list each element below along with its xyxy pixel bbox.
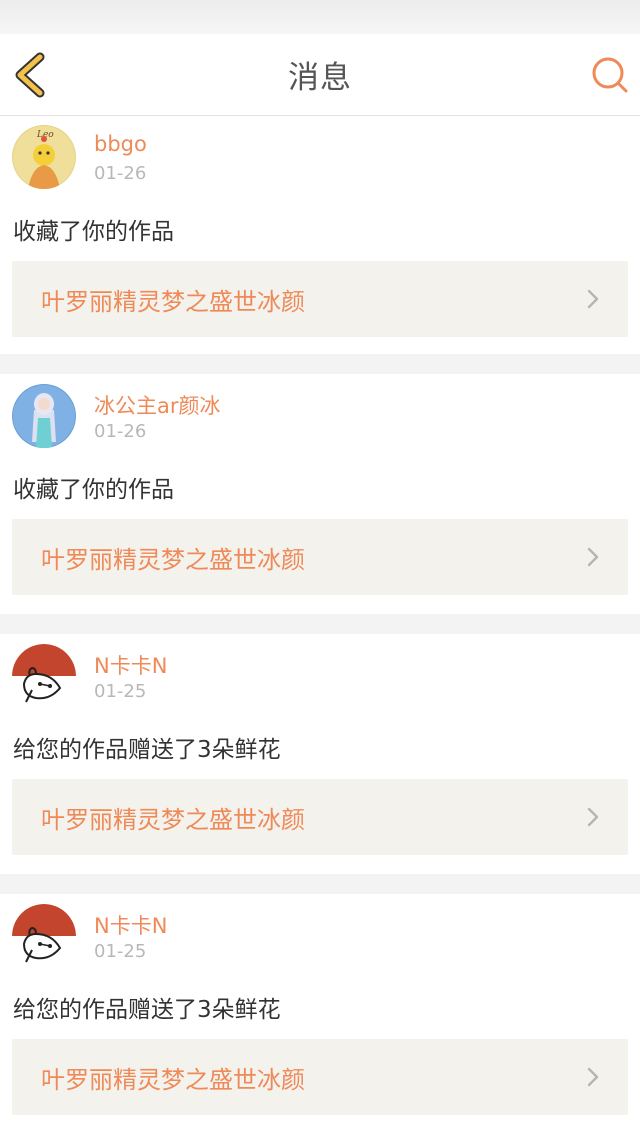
timestamp: 01-25 [94,681,147,702]
message-item: Leo bbgo 01-26 收藏了你的作品 叶罗丽精灵梦之盛世冰颜 [0,116,640,354]
doll-avatar-icon [12,384,76,448]
status-bar [0,0,640,34]
work-title: 叶罗丽精灵梦之盛世冰颜 [41,545,305,574]
message-item: N卡卡N 01-25 给您的作品赠送了3朵鲜花 叶罗丽精灵梦之盛世冰颜 [0,634,640,874]
top-nav-bar: 消息 [0,34,640,116]
username[interactable]: bbgo [94,132,147,156]
timestamp: 01-26 [94,421,147,442]
chevron-right-icon [587,547,599,567]
baymax-avatar-icon [12,644,76,708]
work-link[interactable]: 叶罗丽精灵梦之盛世冰颜 [12,779,628,855]
action-text: 给您的作品赠送了3朵鲜花 [13,737,281,763]
username[interactable]: N卡卡N [94,650,167,680]
username[interactable]: 冰公主ar颜冰 [94,390,221,420]
timestamp: 01-26 [94,163,147,184]
work-title: 叶罗丽精灵梦之盛世冰颜 [41,287,305,316]
baymax-avatar-icon [12,904,76,968]
work-link[interactable]: 叶罗丽精灵梦之盛世冰颜 [12,1039,628,1115]
avatar[interactable] [12,904,76,968]
avatar[interactable] [12,644,76,708]
message-item: 冰公主ar颜冰 01-26 收藏了你的作品 叶罗丽精灵梦之盛世冰颜 [0,374,640,614]
work-title: 叶罗丽精灵梦之盛世冰颜 [41,1065,305,1094]
action-text: 收藏了你的作品 [13,477,174,503]
back-arrow-icon [15,52,45,98]
chevron-right-icon [587,807,599,827]
search-button[interactable] [580,34,640,116]
chevron-right-icon [587,289,599,309]
leo-avatar-icon: Leo [12,125,76,189]
action-text: 收藏了你的作品 [13,219,174,245]
username[interactable]: N卡卡N [94,910,167,940]
timestamp: 01-25 [94,941,147,962]
message-item: N卡卡N 01-25 给您的作品赠送了3朵鲜花 叶罗丽精灵梦之盛世冰颜 [0,894,640,1133]
avatar[interactable]: Leo [12,125,76,189]
work-link[interactable]: 叶罗丽精灵梦之盛世冰颜 [12,261,628,337]
page-title: 消息 [288,60,352,96]
chevron-right-icon [587,1067,599,1087]
avatar[interactable] [12,384,76,448]
search-icon [592,57,628,93]
back-button[interactable] [0,34,60,116]
action-text: 给您的作品赠送了3朵鲜花 [13,997,281,1023]
work-link[interactable]: 叶罗丽精灵梦之盛世冰颜 [12,519,628,595]
message-list: Leo bbgo 01-26 收藏了你的作品 叶罗丽精灵梦之盛世冰颜 冰公主ar… [0,116,640,1133]
work-title: 叶罗丽精灵梦之盛世冰颜 [41,805,305,834]
